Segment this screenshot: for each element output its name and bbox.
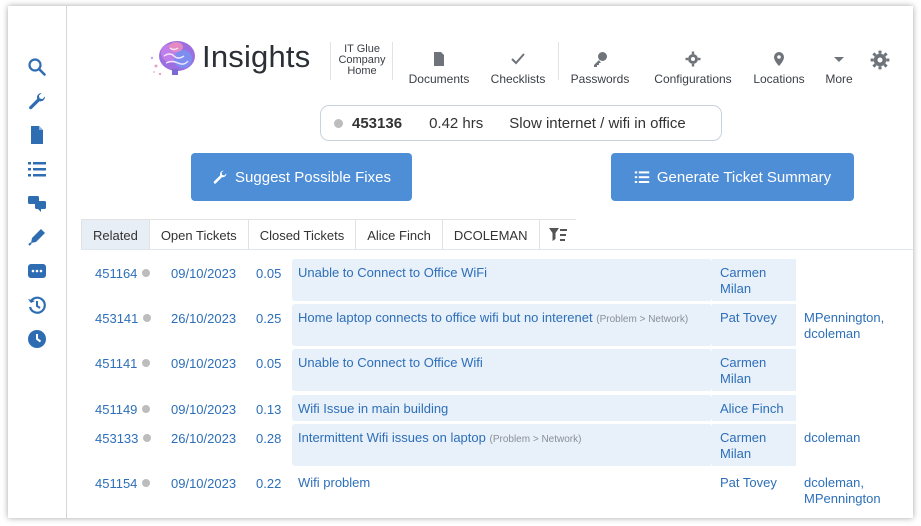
nav-passwords-label: Passwords: [570, 72, 630, 86]
map-pin-icon: [771, 49, 787, 69]
ticket-assignee: Carmen Milan: [712, 349, 796, 391]
insights-panel: Insights IT Glue Company Home Documents …: [8, 6, 913, 518]
generate-summary-label: Generate Ticket Summary: [656, 168, 832, 186]
checkmark-icon: [510, 49, 526, 69]
ticket-assignee: Pat Tovey: [712, 304, 796, 346]
document-icon[interactable]: [26, 124, 48, 146]
ticket-hours: 0.42 hrs: [429, 114, 484, 132]
ticket-assignee: Pat Tovey: [720, 475, 777, 490]
caret-down-icon: [831, 49, 847, 69]
tab-closed-tickets[interactable]: Closed Tickets: [248, 219, 357, 250]
ticket-assignee: Alice Finch: [712, 395, 796, 421]
suggest-fixes-label: Suggest Possible Fixes: [235, 168, 391, 186]
nav-configurations-label: Configurations: [654, 72, 732, 86]
nav-locations[interactable]: Locations: [746, 34, 812, 86]
history-icon[interactable]: [26, 294, 48, 316]
nav-home-line-1: IT Glue: [344, 42, 380, 55]
nav-documents[interactable]: Documents: [402, 34, 476, 86]
ticket-id-cell: 451164: [95, 266, 151, 281]
ticket-assignee: Carmen Milan: [712, 259, 796, 301]
ticket-id-cell: 453141: [95, 311, 152, 326]
ticket-tabs: Related Open Tickets Closed Tickets Alic…: [81, 219, 576, 250]
ticket-date: 26/10/2023: [171, 311, 237, 326]
ticket-hours: 0.25: [256, 311, 282, 326]
ticket-title: Slow internet / wifi in office: [509, 114, 686, 132]
sidebar: [8, 6, 67, 518]
nav-checklists[interactable]: Checklists: [482, 34, 554, 86]
ticket-subject[interactable]: Unable to Connect to Office WiFi: [292, 259, 712, 301]
ticket-date: 09/10/2023: [171, 356, 237, 371]
ticket-id-cell: 451154: [95, 476, 151, 491]
ticket-subject[interactable]: Wifi Issue in main building: [292, 395, 712, 421]
tab-alice-finch[interactable]: Alice Finch: [356, 219, 443, 250]
gear-icon: [870, 50, 890, 70]
ticket-number: 453136: [352, 114, 403, 132]
pen-icon[interactable]: [26, 226, 48, 248]
nav-passwords[interactable]: Passwords: [562, 34, 638, 86]
suggest-fixes-button[interactable]: Suggest Possible Fixes: [191, 153, 412, 201]
ticket-hours: 0.05: [256, 356, 282, 371]
ticket-date: 26/10/2023: [171, 431, 237, 446]
tab-open-tickets[interactable]: Open Tickets: [149, 219, 249, 250]
ticket-other-resources: dcoleman: [804, 430, 861, 445]
nav-locations-label: Locations: [753, 72, 805, 86]
ticket-hours: 0.22: [256, 476, 282, 491]
ticket-status-dot: [334, 118, 343, 128]
nav-home-line-2: Company: [338, 53, 386, 66]
filter-button[interactable]: [539, 219, 576, 250]
nav-more[interactable]: More: [820, 34, 858, 86]
generate-summary-button[interactable]: Generate Ticket Summary: [611, 153, 854, 201]
nav-more-label: More: [825, 72, 853, 86]
wrench-icon: [213, 170, 227, 184]
ticket-hours: 0.28: [256, 431, 282, 446]
ticket-date: 09/10/2023: [171, 402, 237, 417]
chat-icon[interactable]: [26, 192, 48, 214]
tab-dcoleman[interactable]: DCOLEMAN: [442, 219, 540, 250]
ticket-id-cell: 451141: [95, 356, 151, 371]
brain-logo-icon: [150, 41, 195, 76]
search-icon[interactable]: [26, 56, 48, 78]
ticket-id-cell: 453133: [95, 431, 152, 446]
app-title: Insights: [202, 39, 311, 74]
ticket-other-resources: dcoleman, MPennington: [804, 475, 881, 506]
wrench-icon[interactable]: [26, 90, 48, 112]
gear-icon: [685, 49, 701, 69]
settings-button[interactable]: [866, 34, 894, 86]
list-icon: [634, 171, 650, 183]
ticket-subject[interactable]: Home laptop connects to office wifi but …: [292, 304, 712, 346]
filter-icon: [548, 228, 567, 241]
ticket-assignee: Carmen Milan: [712, 424, 796, 466]
key-icon: [592, 49, 608, 69]
ticket-subject[interactable]: Unable to Connect to Office Wifi: [292, 349, 712, 391]
ticket-date: 09/10/2023: [171, 266, 237, 281]
ticket-other-resources: MPennington, dcoleman: [804, 310, 885, 341]
insights-logo: Insights: [148, 36, 310, 78]
nav-home-line-3: Home: [347, 64, 377, 77]
nav-checklists-label: Checklists: [490, 72, 546, 86]
ticket-date: 09/10/2023: [171, 476, 237, 491]
ticket-id-cell: 451149: [95, 402, 151, 417]
nav-company-home[interactable]: IT Glue Company Home: [336, 34, 388, 86]
ticket-hours: 0.13: [256, 402, 282, 417]
ticket-subject[interactable]: Intermittent Wifi issues on laptop (Prob…: [292, 424, 712, 466]
ellipsis-icon[interactable]: [26, 260, 48, 282]
clock-icon[interactable]: [26, 328, 48, 350]
tab-related[interactable]: Related: [81, 219, 150, 250]
list-icon[interactable]: [26, 158, 48, 180]
ticket-subject[interactable]: Wifi problem: [292, 469, 712, 495]
ticket-hours: 0.05: [256, 266, 282, 281]
nav-documents-label: Documents: [408, 72, 470, 86]
nav-configurations[interactable]: Configurations: [646, 34, 740, 86]
current-ticket: 453136 0.42 hrs Slow internet / wifi in …: [320, 105, 722, 141]
document-icon: [431, 49, 447, 69]
